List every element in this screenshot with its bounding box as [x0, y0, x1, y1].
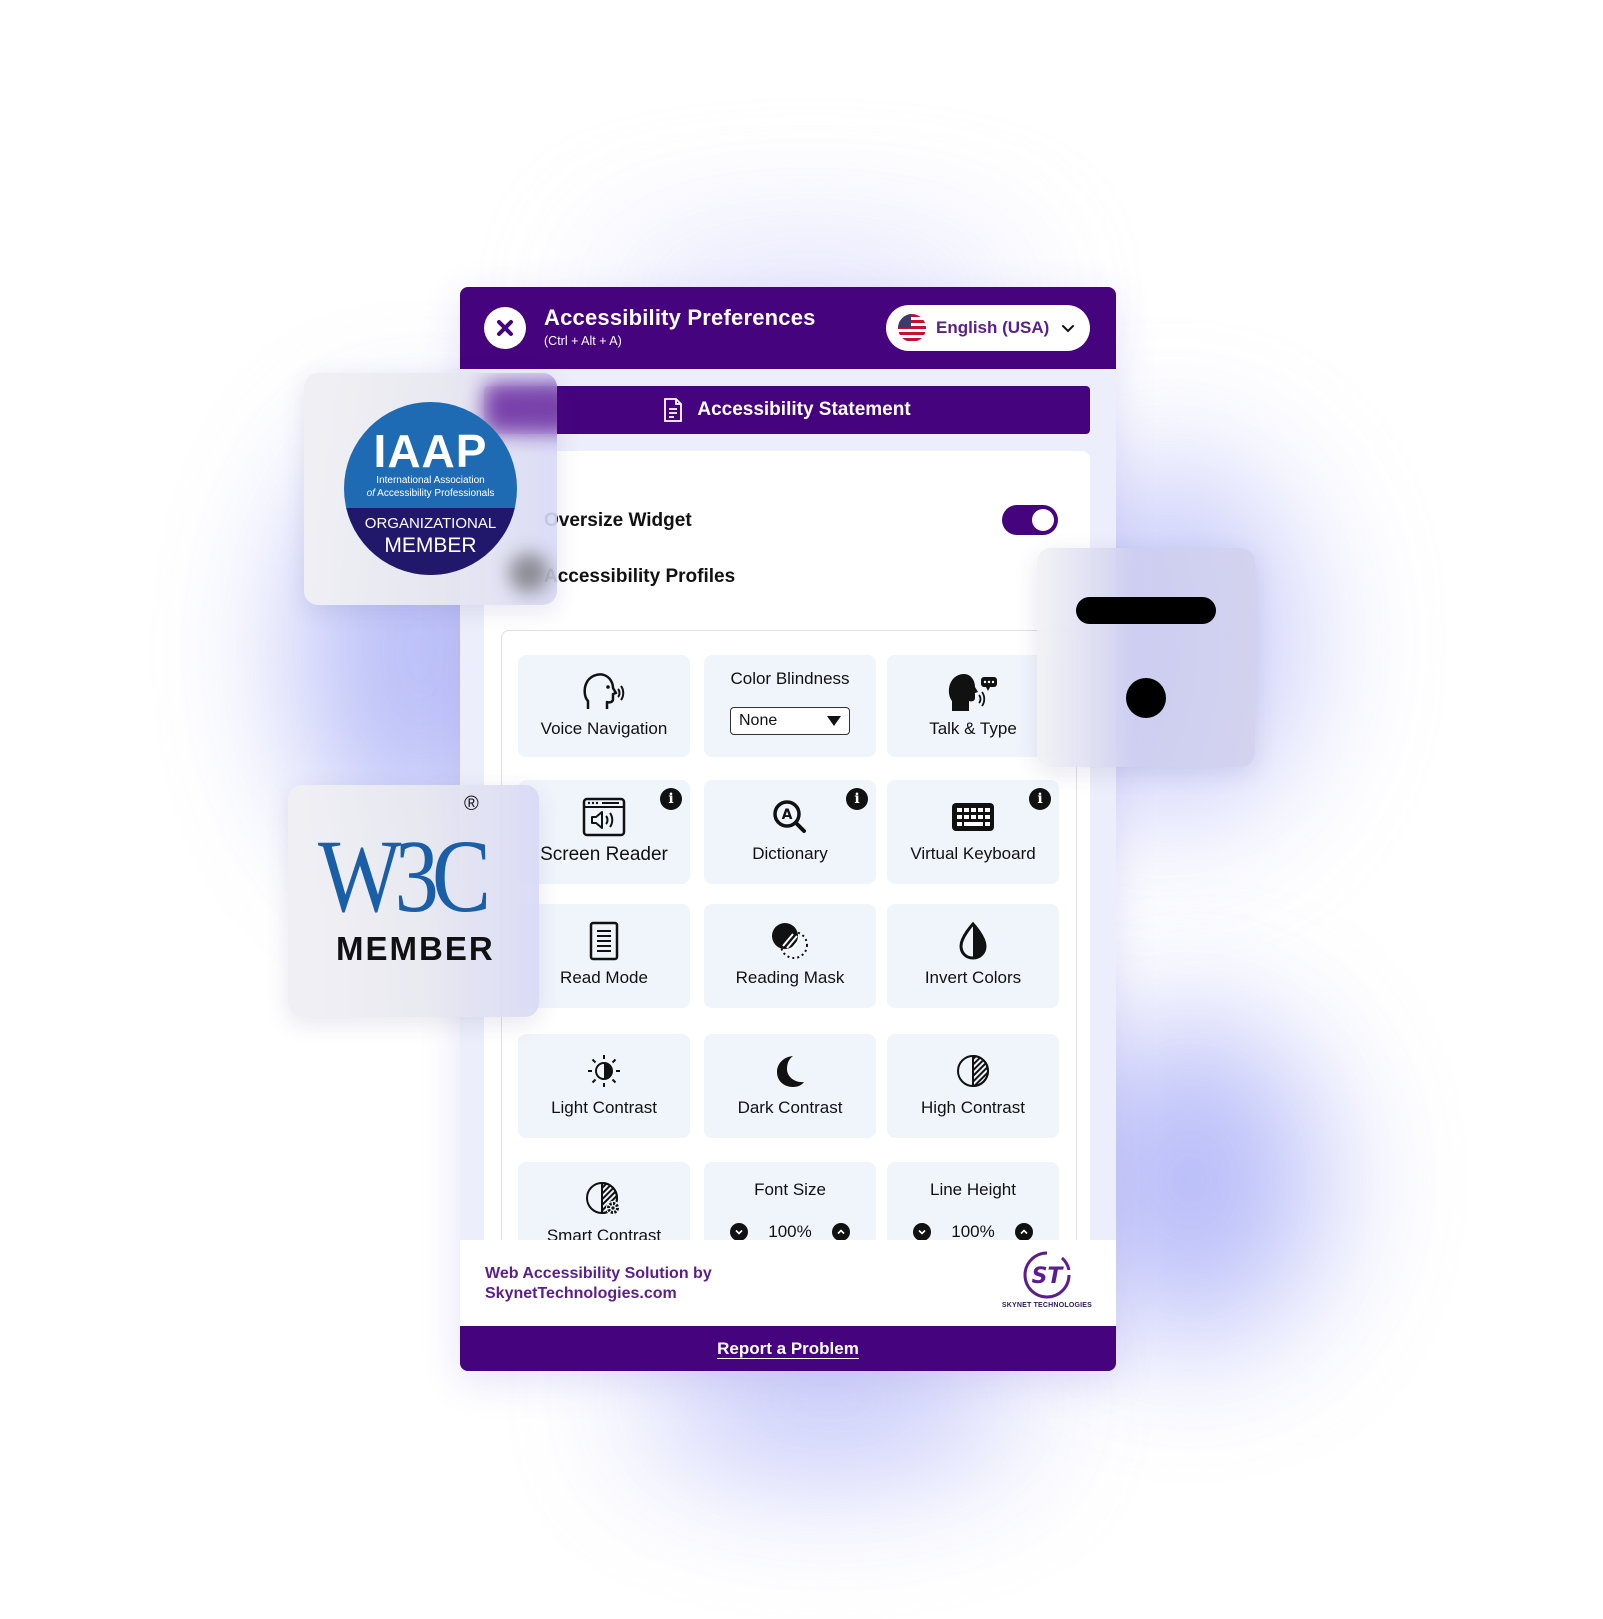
- skynet-logo[interactable]: ST SKYNET TECHNOLOGIES: [1002, 1250, 1092, 1309]
- panel-header: Accessibility Preferences (Ctrl + Alt + …: [460, 287, 1116, 369]
- tile-label: Light Contrast: [551, 1098, 657, 1117]
- tile-voice-navigation[interactable]: Voice Navigation: [518, 655, 690, 757]
- iaap-member: MEMBER: [384, 534, 477, 557]
- report-problem-link[interactable]: Report a Problem: [717, 1339, 859, 1359]
- line-height-stepper: 100%: [913, 1222, 1033, 1242]
- decrease-line-height-button[interactable]: [913, 1223, 932, 1241]
- line-height-value: 100%: [951, 1222, 995, 1241]
- tile-label: Screen Reader: [540, 844, 668, 865]
- attribution-line-1: Web Accessibility Solution by: [485, 1265, 712, 1282]
- tile-label: Reading Mask: [735, 968, 845, 987]
- tile-dictionary[interactable]: A Dictionary i: [704, 780, 876, 884]
- decorative-card: [1037, 548, 1255, 767]
- decrease-font-size-button[interactable]: [730, 1223, 749, 1241]
- oversize-widget-toggle[interactable]: [1002, 505, 1058, 535]
- accessibility-panel: Accessibility Preferences (Ctrl + Alt + …: [460, 287, 1116, 1371]
- voice-navigation-icon: [582, 671, 626, 713]
- info-icon[interactable]: i: [1029, 788, 1051, 810]
- keyboard-shortcut: (Ctrl + Alt + A): [544, 334, 622, 348]
- tile-screen-reader[interactable]: Screen Reader i: [518, 780, 690, 884]
- invert-colors-icon: [957, 920, 989, 962]
- iaap-logo: IAAP: [373, 425, 488, 477]
- svg-text:A: A: [782, 807, 793, 823]
- footer-attribution: Web Accessibility Solution by SkynetTech…: [485, 1264, 712, 1304]
- tile-reading-mask[interactable]: Reading Mask: [704, 904, 876, 1008]
- tile-label: Font Size: [754, 1180, 826, 1199]
- read-mode-icon: [588, 920, 620, 962]
- tile-label: Dictionary: [752, 844, 828, 863]
- logo-caption: SKYNET TECHNOLOGIES: [1001, 1302, 1092, 1309]
- accessibility-statement-button[interactable]: Accessibility Statement: [484, 386, 1090, 434]
- tile-color-blindness: Color Blindness None: [704, 655, 876, 757]
- keyboard-icon: [951, 796, 995, 838]
- dictionary-icon: A: [770, 796, 810, 838]
- chevron-up-icon: [1020, 1229, 1028, 1235]
- w3c-member-label: MEMBER: [336, 930, 495, 967]
- accessibility-profiles-label: Accessibility Profiles: [544, 566, 736, 587]
- panel-footer: Web Accessibility Solution by SkynetTech…: [460, 1240, 1116, 1326]
- tile-label: Dark Contrast: [737, 1098, 843, 1117]
- tile-label: Color Blindness: [730, 669, 850, 688]
- svg-text:ST: ST: [1031, 1264, 1064, 1289]
- tile-dark-contrast[interactable]: Dark Contrast: [704, 1034, 876, 1138]
- tile-high-contrast[interactable]: High Contrast: [887, 1034, 1059, 1138]
- iaap-organizational: ORGANIZATIONAL: [364, 515, 497, 532]
- iaap-subtitle: International Association of Accessibili…: [366, 475, 495, 499]
- tile-label: Read Mode: [560, 968, 648, 987]
- tile-read-mode[interactable]: Read Mode: [518, 904, 690, 1008]
- tile-light-contrast[interactable]: Light Contrast: [518, 1034, 690, 1138]
- dropdown-triangle-icon: [827, 716, 841, 726]
- dash-shape-icon: [1076, 597, 1216, 624]
- iaap-badge-card: IAAP International Association of Access…: [304, 373, 557, 605]
- us-flag-icon: [898, 314, 926, 342]
- tile-talk-and-type[interactable]: Talk & Type: [887, 655, 1059, 757]
- dark-contrast-icon: [773, 1050, 807, 1092]
- language-label: English (USA): [936, 318, 1050, 337]
- registered-mark: ®: [464, 793, 479, 815]
- tile-label: Talk & Type: [929, 719, 1017, 738]
- light-contrast-icon: [587, 1050, 621, 1092]
- tile-label: Line Height: [929, 1180, 1016, 1199]
- tile-label: High Contrast: [921, 1098, 1025, 1117]
- oversize-widget-label: Oversize Widget: [544, 510, 692, 531]
- document-icon: [664, 398, 683, 422]
- tile-label: Invert Colors: [924, 968, 1022, 987]
- tile-virtual-keyboard[interactable]: Virtual Keyboard i: [887, 780, 1059, 884]
- font-size-stepper: 100%: [730, 1222, 850, 1242]
- statement-label: Accessibility Statement: [697, 399, 911, 420]
- high-contrast-icon: [955, 1050, 991, 1092]
- tile-invert-colors[interactable]: Invert Colors: [887, 904, 1059, 1008]
- panel-title: Accessibility Preferences: [544, 305, 816, 330]
- info-icon[interactable]: i: [846, 788, 868, 810]
- chevron-down-icon: [1062, 325, 1074, 333]
- increase-line-height-button[interactable]: [1014, 1223, 1033, 1241]
- chevron-down-icon: [735, 1229, 743, 1235]
- skynet-logo-icon: ST: [1023, 1251, 1071, 1299]
- close-button[interactable]: [484, 307, 526, 349]
- chevron-up-icon: [837, 1229, 845, 1235]
- select-value: None: [739, 712, 778, 729]
- toggle-knob: [1032, 509, 1054, 531]
- language-select[interactable]: English (USA): [886, 305, 1090, 351]
- chevron-down-icon: [918, 1229, 926, 1235]
- w3c-logo: W3C: [318, 819, 491, 934]
- talk-type-icon: [948, 671, 998, 713]
- reading-mask-icon: [769, 920, 811, 962]
- iaap-badge: IAAP International Association of Access…: [344, 402, 517, 575]
- info-icon[interactable]: i: [660, 788, 682, 810]
- tile-label: Virtual Keyboard: [910, 844, 1036, 863]
- color-blindness-select[interactable]: None: [730, 707, 850, 735]
- smart-contrast-icon: [585, 1178, 623, 1220]
- screen-reader-icon: [582, 796, 626, 838]
- report-problem-bar: Report a Problem: [460, 1326, 1116, 1371]
- dot-shape-icon: [1126, 678, 1166, 718]
- close-icon: [497, 320, 513, 336]
- attribution-link[interactable]: SkynetTechnologies.com: [485, 1284, 712, 1304]
- font-size-value: 100%: [768, 1222, 812, 1241]
- tile-label: Voice Navigation: [540, 719, 668, 738]
- increase-font-size-button[interactable]: [831, 1223, 850, 1241]
- w3c-badge-card: W3C ® MEMBER: [288, 785, 539, 1017]
